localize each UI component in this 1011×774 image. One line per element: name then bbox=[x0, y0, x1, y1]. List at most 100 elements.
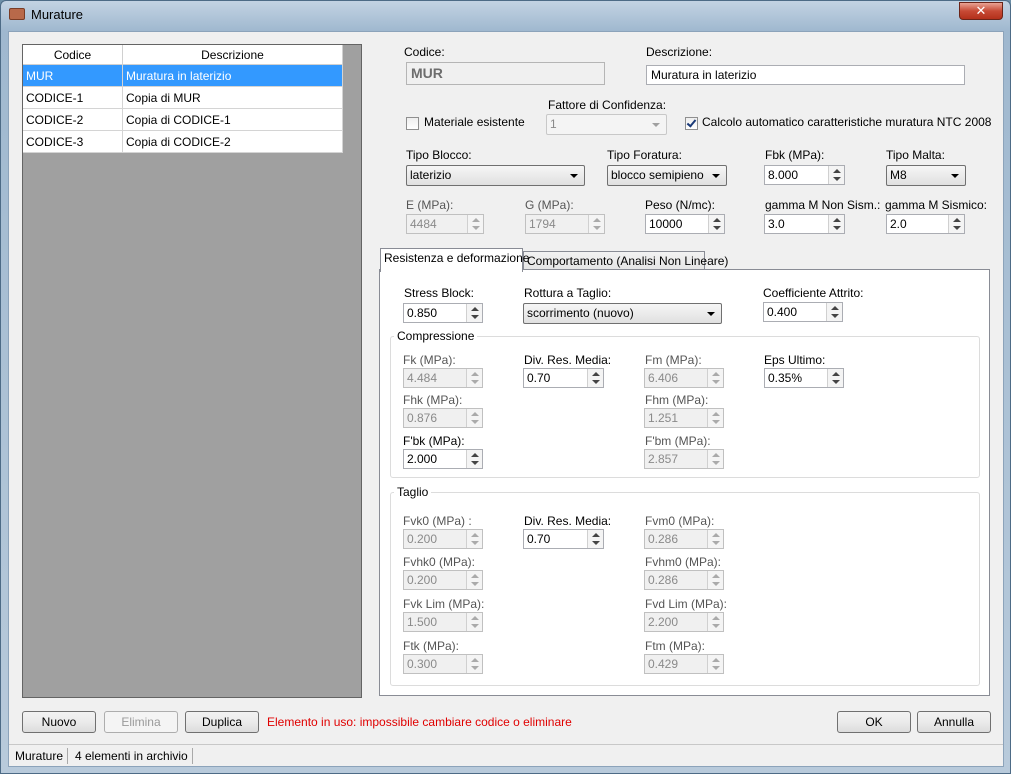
annulla-button[interactable]: Annulla bbox=[917, 711, 991, 733]
tipo-foratura-select[interactable]: blocco semipieno bbox=[607, 165, 727, 186]
fbk-prime-label: F'bk (MPa): bbox=[403, 434, 465, 448]
close-button[interactable]: ✕ bbox=[959, 2, 1003, 20]
tipo-foratura-label: Tipo Foratura: bbox=[607, 148, 682, 162]
fvk0-stepper[interactable]: 0.200 bbox=[403, 529, 483, 549]
compressione-group: Compressione Fk (MPa): 4.484 Div. Res. M… bbox=[390, 329, 980, 478]
spin-arrows-icon[interactable] bbox=[707, 613, 723, 631]
tipo-blocco-label: Tipo Blocco: bbox=[406, 148, 472, 162]
cell-descrizione[interactable]: Copia di MUR bbox=[123, 87, 343, 109]
chevron-down-icon bbox=[707, 312, 715, 316]
tipo-malta-label: Tipo Malta: bbox=[886, 148, 945, 162]
spin-arrows-icon[interactable] bbox=[466, 369, 482, 387]
spin-arrows-icon[interactable] bbox=[587, 530, 603, 548]
spin-arrows-icon[interactable] bbox=[466, 655, 482, 673]
spin-arrows-icon[interactable] bbox=[707, 655, 723, 673]
e-stepper[interactable]: 4484 bbox=[406, 214, 484, 234]
spin-arrows-icon[interactable] bbox=[827, 369, 843, 387]
cell-codice[interactable]: CODICE-3 bbox=[23, 131, 123, 153]
ftk-stepper[interactable]: 0.300 bbox=[403, 654, 483, 674]
spin-arrows-icon[interactable] bbox=[466, 571, 482, 589]
spin-arrows-icon[interactable] bbox=[466, 530, 482, 548]
column-header-descrizione[interactable]: Descrizione bbox=[123, 45, 343, 65]
spin-arrows-icon[interactable] bbox=[708, 215, 724, 233]
spin-arrows-icon[interactable] bbox=[587, 369, 603, 387]
gamma-non-sism-stepper[interactable]: 3.0 bbox=[764, 214, 845, 234]
e-value: 4484 bbox=[410, 217, 437, 231]
fvm0-value: 0.286 bbox=[648, 532, 679, 546]
spin-arrows-icon[interactable] bbox=[707, 571, 723, 589]
duplica-button[interactable]: Duplica bbox=[185, 711, 259, 733]
descrizione-field[interactable]: Muratura in laterizio bbox=[646, 65, 965, 85]
fhm-label: Fhm (MPa): bbox=[645, 393, 709, 407]
spin-arrows-icon[interactable] bbox=[828, 166, 844, 184]
cell-codice[interactable]: CODICE-2 bbox=[23, 109, 123, 131]
fvd-lim-stepper[interactable]: 2.200 bbox=[644, 612, 724, 632]
fk-stepper[interactable]: 4.484 bbox=[403, 368, 483, 388]
rottura-taglio-select[interactable]: scorrimento (nuovo) bbox=[523, 303, 722, 324]
materiale-esistente-label: Materiale esistente bbox=[424, 115, 525, 129]
cell-descrizione[interactable]: Muratura in laterizio bbox=[123, 65, 343, 87]
materials-grid[interactable]: Codice Descrizione MUR Muratura in later… bbox=[22, 44, 362, 698]
fbm-prime-stepper[interactable]: 2.857 bbox=[644, 449, 724, 469]
spin-arrows-icon[interactable] bbox=[707, 409, 723, 427]
cell-descrizione[interactable]: Copia di CODICE-2 bbox=[123, 131, 343, 153]
fhm-stepper[interactable]: 1.251 bbox=[644, 408, 724, 428]
nuovo-button[interactable]: Nuovo bbox=[22, 711, 96, 733]
elimina-button[interactable]: Elimina bbox=[104, 711, 178, 733]
calcolo-automatico-checkbox[interactable] bbox=[685, 117, 698, 130]
ftm-label: Ftm (MPa): bbox=[645, 639, 705, 653]
spin-arrows-icon[interactable] bbox=[466, 304, 482, 322]
div-res-media-stepper[interactable]: 0.70 bbox=[523, 368, 604, 388]
ok-button[interactable]: OK bbox=[837, 711, 911, 733]
ftk-label: Ftk (MPa): bbox=[403, 639, 459, 653]
fvm0-stepper[interactable]: 0.286 bbox=[644, 529, 724, 549]
fhk-stepper[interactable]: 0.876 bbox=[403, 408, 483, 428]
spin-arrows-icon[interactable] bbox=[588, 215, 604, 233]
div-res-media-taglio-value: 0.70 bbox=[527, 532, 551, 546]
fk-value: 4.484 bbox=[407, 371, 438, 385]
fvhk0-stepper[interactable]: 0.200 bbox=[403, 570, 483, 590]
div-res-media-label: Div. Res. Media: bbox=[524, 353, 612, 367]
spin-arrows-icon[interactable] bbox=[828, 215, 844, 233]
fvhm0-stepper[interactable]: 0.286 bbox=[644, 570, 724, 590]
column-header-codice[interactable]: Codice bbox=[23, 45, 123, 65]
spin-arrows-icon[interactable] bbox=[948, 215, 964, 233]
g-value: 1794 bbox=[529, 217, 556, 231]
cell-codice[interactable]: CODICE-1 bbox=[23, 87, 123, 109]
eps-ultimo-stepper[interactable]: 0.35% bbox=[764, 368, 844, 388]
spin-arrows-icon[interactable] bbox=[467, 215, 483, 233]
spin-arrows-icon[interactable] bbox=[707, 530, 723, 548]
ftm-value: 0.429 bbox=[648, 657, 679, 671]
tipo-blocco-select[interactable]: laterizio bbox=[406, 165, 585, 186]
g-stepper[interactable]: 1794 bbox=[525, 214, 605, 234]
materiale-esistente-checkbox[interactable] bbox=[406, 117, 419, 130]
cell-descrizione[interactable]: Copia di CODICE-1 bbox=[123, 109, 343, 131]
fvk-lim-stepper[interactable]: 1.500 bbox=[403, 612, 483, 632]
stress-block-stepper[interactable]: 0.850 bbox=[403, 303, 483, 323]
tipo-malta-value: M8 bbox=[890, 168, 907, 182]
fattore-confidenza-select[interactable]: 1 bbox=[546, 114, 667, 135]
fbk-stepper[interactable]: 8.000 bbox=[764, 165, 845, 185]
fvk0-label: Fvk0 (MPa) : bbox=[403, 514, 472, 528]
peso-stepper[interactable]: 10000 bbox=[645, 214, 725, 234]
spin-arrows-icon[interactable] bbox=[707, 450, 723, 468]
chevron-down-icon bbox=[570, 174, 578, 178]
tab-resistenza-deformazione[interactable]: Resistenza e deformazione bbox=[380, 248, 529, 272]
ftm-stepper[interactable]: 0.429 bbox=[644, 654, 724, 674]
spin-arrows-icon[interactable] bbox=[826, 303, 842, 321]
gamma-sismico-stepper[interactable]: 2.0 bbox=[886, 214, 965, 234]
spin-arrows-icon[interactable] bbox=[466, 613, 482, 631]
coefficiente-attrito-stepper[interactable]: 0.400 bbox=[763, 302, 843, 322]
spin-arrows-icon[interactable] bbox=[466, 450, 482, 468]
spin-arrows-icon[interactable] bbox=[466, 409, 482, 427]
cell-codice[interactable]: MUR bbox=[23, 65, 123, 87]
eps-ultimo-value: 0.35% bbox=[768, 371, 803, 385]
fbk-prime-stepper[interactable]: 2.000 bbox=[403, 449, 483, 469]
spin-arrows-icon[interactable] bbox=[707, 369, 723, 387]
status-count: 4 elementi in archivio bbox=[71, 748, 193, 764]
calcolo-automatico-label: Calcolo automatico caratteristiche murat… bbox=[702, 115, 992, 129]
codice-field[interactable]: MUR bbox=[406, 62, 605, 85]
div-res-media-taglio-stepper[interactable]: 0.70 bbox=[523, 529, 604, 549]
fm-stepper[interactable]: 6.406 bbox=[644, 368, 724, 388]
tipo-malta-select[interactable]: M8 bbox=[886, 165, 966, 186]
